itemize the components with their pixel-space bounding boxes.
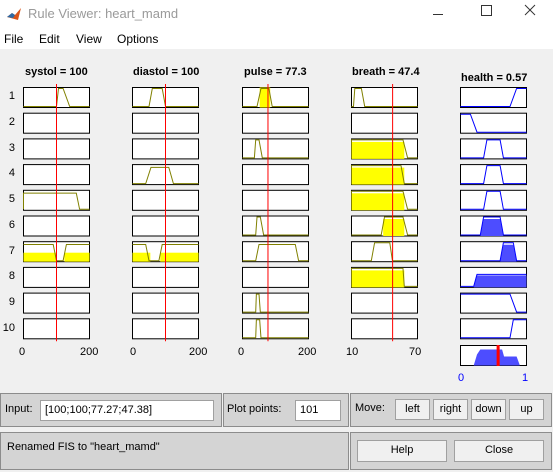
rule-cell (242, 164, 309, 186)
systol-max-label: 200 (80, 346, 99, 358)
status-text: Renamed FIS to "heart_mamd" (7, 441, 160, 453)
rule-cell (242, 292, 309, 314)
output-rule-cell (460, 164, 527, 186)
rule-grid (23, 84, 527, 366)
rule-cell (242, 112, 309, 134)
output-rule-cell (460, 138, 527, 160)
input-field[interactable]: [100;100;77.27;47.38] (40, 400, 214, 421)
close-button-bottom[interactable]: Close (454, 440, 544, 462)
systol-min-label: 0 (19, 346, 26, 358)
rule-cell (242, 266, 309, 288)
rule-cell (351, 241, 418, 263)
output-rule-cell (460, 292, 527, 314)
rule-cell (242, 189, 309, 211)
help-button[interactable]: Help (357, 440, 447, 462)
output-rule-cell (460, 112, 527, 134)
fired-region (64, 252, 90, 262)
plot-points-label: Plot points: (227, 403, 282, 415)
fired-region (351, 270, 405, 288)
diastol-min-label: 0 (130, 346, 137, 358)
move-left-button[interactable]: left (395, 399, 430, 420)
plot-points-field[interactable]: 101 (295, 400, 341, 421)
output-rule-cell (460, 318, 527, 340)
output-fired-region (480, 219, 504, 236)
health-min-label: 0 (458, 372, 465, 384)
rule-cell (242, 87, 309, 108)
breath-max-label: 70 (409, 346, 422, 358)
input-label: Input: (5, 403, 33, 415)
output-fired-region (473, 275, 527, 288)
move-label: Move: (355, 402, 385, 414)
move-up-button[interactable]: up (509, 399, 544, 420)
rule-cell (351, 318, 418, 340)
fired-region (351, 193, 405, 211)
fired-region (351, 141, 405, 159)
rule-cell (351, 112, 418, 134)
diastol-max-label: 200 (189, 346, 208, 358)
fired-region (259, 87, 271, 108)
health-max-label: 1 (522, 372, 529, 384)
rule-cell (351, 292, 418, 314)
rule-cell (242, 138, 309, 160)
output-rule-cell (460, 87, 527, 108)
move-right-button[interactable]: right (433, 399, 468, 420)
output-rule-cell (460, 189, 527, 211)
move-down-button[interactable]: down (471, 399, 506, 420)
fired-region (23, 252, 57, 262)
fired-region (351, 167, 405, 185)
fired-region (383, 219, 405, 236)
pulse-max-label: 200 (298, 346, 317, 358)
rule-cell (242, 318, 309, 340)
rule-cell (242, 215, 309, 237)
breath-min-label: 10 (346, 346, 359, 358)
pulse-min-label: 0 (238, 346, 245, 358)
